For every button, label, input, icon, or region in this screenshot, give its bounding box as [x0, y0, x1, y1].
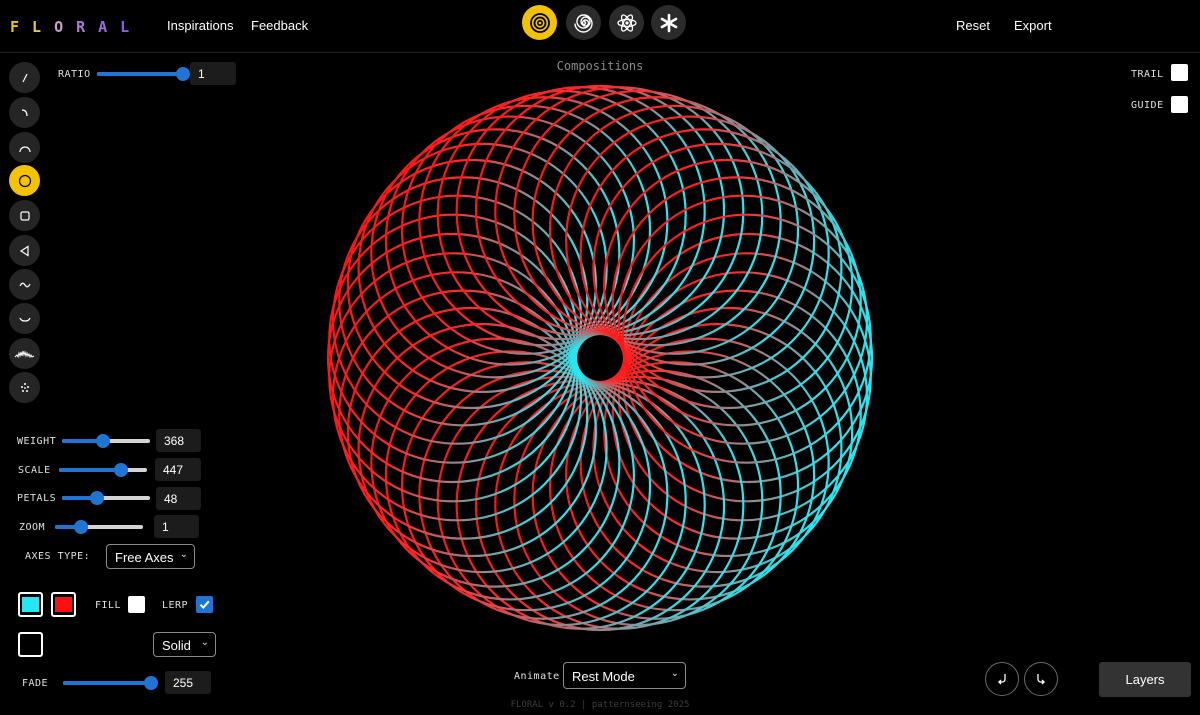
stroke-style-select[interactable]: Solid ⌄ — [153, 632, 216, 657]
axes-type-select[interactable]: Free Axes ⌄ — [106, 544, 195, 569]
weight-label: WEIGHT — [17, 436, 57, 447]
trail-label: TRAIL — [1131, 69, 1164, 80]
chevron-down-icon: ⌄ — [200, 637, 209, 648]
circle-icon — [18, 174, 31, 187]
fade-label: FADE — [22, 678, 49, 689]
fade-slider[interactable] — [63, 676, 158, 690]
animate-mode-value: Rest Mode — [572, 669, 635, 684]
pattern-strokes — [326, 84, 874, 632]
version-footer: FLORAL v 0.2 | patternseeing 2025 — [510, 700, 690, 710]
square-icon — [19, 210, 30, 221]
redo-button[interactable] — [1024, 662, 1058, 696]
arc-icon — [18, 145, 31, 152]
fill-checkbox[interactable] — [128, 596, 145, 613]
tool-circle-button[interactable] — [9, 165, 40, 196]
undo-button[interactable] — [985, 662, 1019, 696]
noise-wave-icon — [14, 349, 34, 358]
asterisk-icon — [660, 13, 677, 32]
fade-value[interactable]: 255 — [165, 671, 211, 694]
logo: FLORAL — [10, 18, 142, 36]
color-a-swatch[interactable] — [18, 592, 43, 617]
trail-checkbox[interactable] — [1171, 64, 1188, 81]
nav-feedback[interactable]: Feedback — [251, 18, 308, 33]
canvas-title: Compositions — [556, 59, 644, 73]
color-a-fill — [22, 597, 39, 612]
logo-letter: L — [120, 18, 143, 36]
tool-dip-curve-button[interactable] — [9, 303, 40, 334]
color-b-fill — [55, 597, 72, 612]
stroke-style-value: Solid — [162, 638, 191, 653]
mode-asterisk-button[interactable] — [651, 5, 686, 40]
scale-value[interactable]: 447 — [155, 458, 201, 481]
zoom-value[interactable]: 1 — [154, 515, 199, 538]
concentric-circles-icon — [529, 12, 550, 33]
triangle-icon — [19, 244, 29, 257]
slider-thumb[interactable] — [114, 463, 129, 477]
scale-slider[interactable] — [59, 463, 147, 477]
dip-curve-icon — [18, 317, 31, 322]
atom-icon — [616, 13, 637, 32]
fill-label: FILL — [95, 600, 122, 611]
composition-canvas[interactable] — [320, 78, 880, 638]
spiral-icon — [573, 13, 593, 33]
weight-slider[interactable] — [62, 434, 150, 448]
animate-label: Animate — [514, 671, 560, 682]
redo-icon — [1037, 674, 1045, 685]
tool-sine-button[interactable] — [9, 269, 40, 300]
nav-inspirations[interactable]: Inspirations — [167, 18, 233, 33]
header: FLORAL Inspirations Feedback Reset Expor… — [0, 0, 1200, 53]
petals-slider[interactable] — [62, 491, 150, 505]
tool-square-button[interactable] — [9, 200, 40, 231]
slider-thumb[interactable] — [90, 491, 105, 505]
zoom-slider[interactable] — [55, 520, 143, 534]
scale-label: SCALE — [18, 465, 51, 476]
export-button[interactable]: Export — [1014, 18, 1052, 33]
layers-button[interactable]: Layers — [1099, 662, 1191, 697]
axes-type-label: AXES TYPE: — [25, 551, 91, 562]
slider-thumb[interactable] — [144, 676, 158, 690]
logo-letter: L — [32, 18, 55, 36]
stroke-color-fill — [22, 637, 39, 652]
tool-noise-wave-button[interactable] — [9, 338, 40, 369]
curve-icon — [21, 108, 28, 116]
tool-sparkle-button[interactable] — [9, 372, 40, 403]
tool-triangle-button[interactable] — [9, 235, 40, 266]
logo-letter: R — [76, 18, 99, 36]
guide-checkbox[interactable] — [1171, 96, 1188, 113]
logo-letter: F — [10, 18, 33, 36]
logo-letter: A — [98, 18, 121, 36]
petals-value[interactable]: 48 — [156, 487, 201, 510]
tool-arc-button[interactable] — [9, 132, 40, 163]
slider-thumb[interactable] — [96, 434, 111, 448]
reset-button[interactable]: Reset — [956, 18, 990, 33]
mode-atom-button[interactable] — [609, 5, 644, 40]
check-icon — [199, 600, 210, 609]
sine-wave-icon — [18, 282, 31, 287]
slider-thumb[interactable] — [74, 520, 89, 534]
guide-label: GUIDE — [1131, 100, 1164, 111]
undo-icon — [998, 674, 1006, 685]
chevron-down-icon: ⌄ — [670, 668, 679, 679]
mode-spiral-button[interactable] — [566, 5, 601, 40]
animate-mode-select[interactable]: Rest Mode ⌄ — [563, 662, 686, 689]
logo-letter: O — [54, 18, 77, 36]
mode-concentric-button[interactable] — [522, 5, 557, 40]
axes-type-value: Free Axes — [115, 550, 174, 565]
zoom-label: ZOOM — [19, 522, 46, 533]
sparkle-icon — [20, 382, 29, 392]
tool-curve-button[interactable] — [9, 97, 40, 128]
stroke-color-swatch[interactable] — [18, 632, 43, 657]
petals-label: PETALS — [17, 493, 57, 504]
lerp-label: LERP — [162, 600, 189, 611]
color-b-swatch[interactable] — [51, 592, 76, 617]
chevron-down-icon: ⌄ — [179, 549, 188, 560]
weight-value[interactable]: 368 — [156, 429, 201, 452]
lerp-checkbox[interactable] — [196, 596, 213, 613]
